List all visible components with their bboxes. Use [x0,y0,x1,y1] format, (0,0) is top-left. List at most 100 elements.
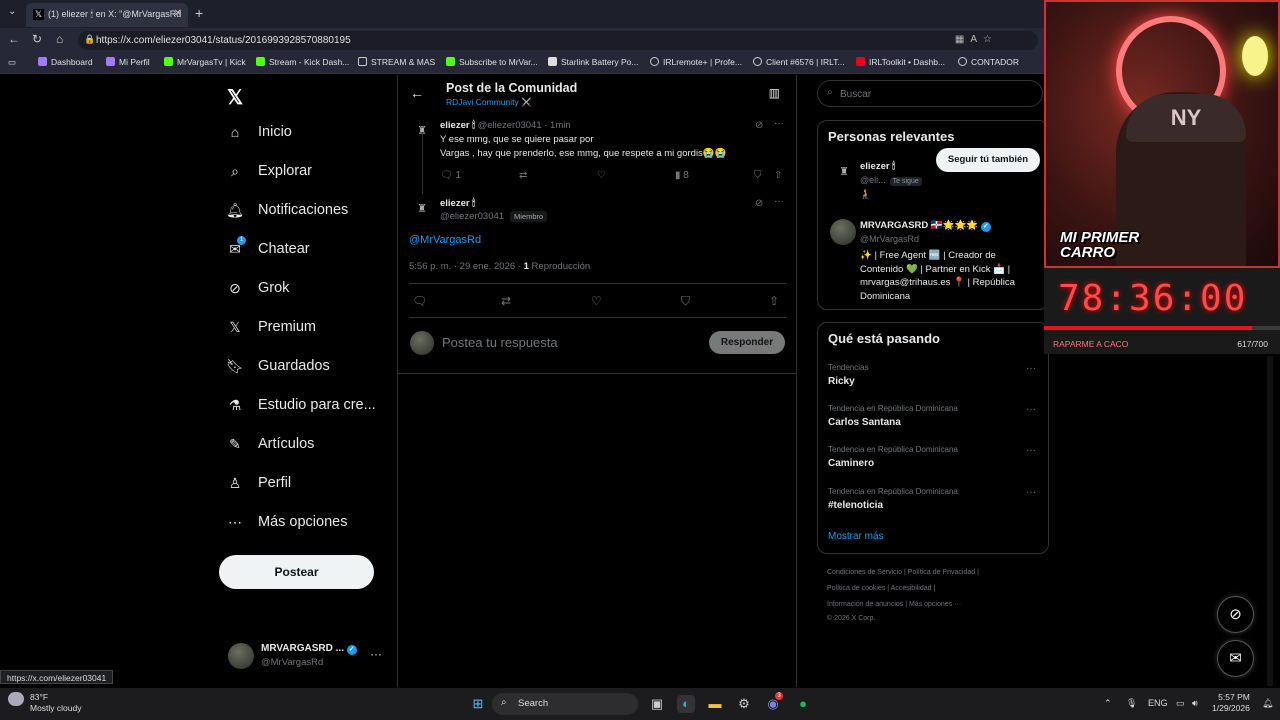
tab-list-icon[interactable]: ⌄ [8,6,16,17]
bookmarks-menu-icon[interactable]: ▭ [8,57,16,68]
sidebar-item-grok[interactable]: ⊘ Grok [226,279,289,297]
reply-action[interactable]: 🗨︎ 1 [440,170,461,181]
avatar[interactable]: ♜ [836,165,852,181]
bookmark-item[interactable]: MrVargasTv | Kick [164,57,246,67]
grok-icon[interactable]: ⊘ [755,120,763,131]
trend-name[interactable]: #telenoticia [828,500,883,511]
show-more-link[interactable]: Mostrar más [828,531,884,542]
volume-icon[interactable]: 🔊︎ [1192,698,1198,709]
sidebar-item-notificaciones[interactable]: 🔔︎ Notificaciones [226,201,348,219]
reply-button[interactable]: Responder [709,331,785,354]
edge-icon[interactable]: ◐ [677,695,695,713]
windows-start-icon[interactable]: ⊞ [469,695,487,713]
retweet-icon[interactable]: ⇄ [501,294,511,308]
notifications-icon[interactable]: 🔔︎ [1262,698,1273,709]
like-icon[interactable]: ♡ [591,294,602,308]
bookmark-item[interactable]: Client #6576 | IRLT... [753,57,845,67]
trend-name[interactable]: Carlos Santana [828,417,901,428]
network-icon[interactable]: ▭ [1176,698,1185,709]
sidebar-item-chatear[interactable]: ✉ 1 Chatear [226,236,310,258]
post-button[interactable]: Postear [219,555,374,589]
reader-mode-icon[interactable]: ▥ [769,86,780,100]
scrollbar[interactable] [1267,356,1273,686]
bookmark-item[interactable]: CONTADOR [958,57,1019,67]
sidebar-item-explorar[interactable]: ⌕ Explorar [226,162,312,180]
sidebar-item-guardados[interactable]: 🔖︎ Guardados [226,357,330,375]
more-icon[interactable]: ··· [1026,445,1036,456]
retweet-icon[interactable]: ⇄ [519,170,527,181]
trend-name[interactable]: Caminero [828,458,874,469]
task-view-icon[interactable]: ▣ [648,695,666,713]
sidebar-item-premium[interactable]: 𝕏 Premium [226,318,316,336]
sidebar-item-perfil[interactable]: ♙ Perfil [226,474,291,492]
microphone-icon[interactable]: 🎙︎ [1126,698,1137,709]
more-icon[interactable]: ··· [774,118,784,129]
more-icon[interactable]: ··· [370,647,382,661]
refresh-icon[interactable]: ↻ [32,32,42,46]
mail-icon[interactable]: ✉ [1217,640,1254,677]
x-logo-icon[interactable]: 𝕏 [227,85,243,110]
community-link[interactable]: RDJavi Community ⚔️ [446,97,532,108]
system-clock[interactable]: 5:57 PM 1/29/2026 [1212,692,1250,714]
tweet-author-handle[interactable]: @eliezer03041 Miembro [440,211,548,222]
browser-tab[interactable]: 𝕏 (1) eliezer 🕯 en X: "@MrVargasRd ✕ [26,3,188,27]
share-icon[interactable]: ⇧ [769,294,779,308]
account-switcher[interactable]: MRVARGASRD ... ✓ @MrVargasRd ··· [228,641,388,671]
trend-name[interactable]: Ricky [828,376,855,387]
url-text: https://x.com/eliezer03041/status/201699… [96,35,351,46]
grok-icon[interactable]: ⊘ [1217,596,1254,633]
grok-icon[interactable]: ⊘ [755,198,763,209]
bookmark-item[interactable]: Dashboard [38,57,93,67]
bookmark-item[interactable]: Mi Perfil [106,57,150,67]
search-input[interactable]: ⌕ Buscar [817,80,1043,107]
bookmark-icon[interactable]: ⛉ [681,294,690,309]
new-tab-icon[interactable]: + [195,5,203,21]
more-icon[interactable]: ··· [1026,487,1036,498]
tray-chevron-icon[interactable]: ⌃ [1104,698,1112,709]
bookmark-item[interactable]: STREAM & MAS [358,57,435,67]
bookmark-item[interactable]: IRLToolkit • Dashb... [856,57,945,67]
footer-links[interactable]: Política de cookies | Accesibilidad | [827,585,935,592]
spotify-icon[interactable]: ● [794,695,812,713]
weather-widget[interactable]: 83°F Mostly cloudy [8,692,82,714]
more-icon[interactable]: ··· [1026,363,1036,374]
tweet-author[interactable]: eliezer 🕯 @eliezer03041 · 1min [440,120,571,131]
settings-icon[interactable]: ⚙ [735,695,753,713]
bookmark-item[interactable]: Starlink Battery Po... [548,57,638,67]
reply-input[interactable]: Postea tu respuesta [442,335,558,350]
views-action[interactable]: ▮ 8 [675,170,689,181]
follow-back-button[interactable]: Seguir tú también [936,148,1040,172]
taskbar-search[interactable]: ⌕ Search [492,693,638,715]
footer-links[interactable]: Condiciones de Servicio | Política de Pr… [827,569,979,576]
person-name[interactable]: MRVARGASRD 🇩🇴🌟🌟🌟 ✓ [860,220,991,232]
bookmark-item[interactable]: IRLremote+ | Profe... [650,57,742,67]
bookmark-icon[interactable]: ⛉ [754,170,762,181]
person-handle: @eli... Te sigue [860,175,922,186]
sidebar-item-mas-opciones[interactable]: ⋯ Más opciones [226,513,347,531]
close-tab-icon[interactable]: ✕ [174,8,182,19]
mention-link[interactable]: @MrVargasRd [409,234,481,246]
footer-links[interactable]: Información de anuncios | Más opciones ·… [827,601,961,608]
tweet-author-name[interactable]: eliezer 🕯 [440,198,475,209]
bookmarks-bar: ▭ Dashboard Mi Perfil MrVargasTv | Kick … [0,52,1044,74]
file-explorer-icon[interactable]: ▬ [706,695,724,713]
url-field[interactable]: 🔒 https://x.com/eliezer03041/status/2016… [78,31,1038,50]
like-icon[interactable]: ♡ [597,170,606,181]
person-name[interactable]: eliezer 🕯 [860,161,895,172]
address-bar-actions[interactable]: ▦A☆ [955,34,998,45]
sidebar-item-articulos[interactable]: ✎ Artículos [226,435,314,453]
sidebar-item-estudio[interactable]: ⚗ Estudio para cre... [226,396,376,414]
language-indicator[interactable]: ENG [1148,698,1168,708]
avatar[interactable] [830,219,856,245]
more-icon[interactable]: ··· [1026,404,1036,415]
back-icon[interactable]: ← [8,32,20,46]
share-icon[interactable]: ⇧ [774,170,782,181]
back-arrow-icon[interactable]: ← [410,85,424,101]
bookmark-item[interactable]: Subscribe to MrVar... [446,57,538,67]
home-browser-icon[interactable]: ⌂ [56,32,63,46]
more-icon[interactable]: ··· [774,196,784,207]
sidebar-item-inicio[interactable]: ⌂ Inicio [226,123,292,141]
reply-icon[interactable]: 🗨︎ [412,294,427,308]
avatar[interactable]: ♜ [414,202,430,218]
bookmark-item[interactable]: Stream - Kick Dash... [256,57,349,67]
